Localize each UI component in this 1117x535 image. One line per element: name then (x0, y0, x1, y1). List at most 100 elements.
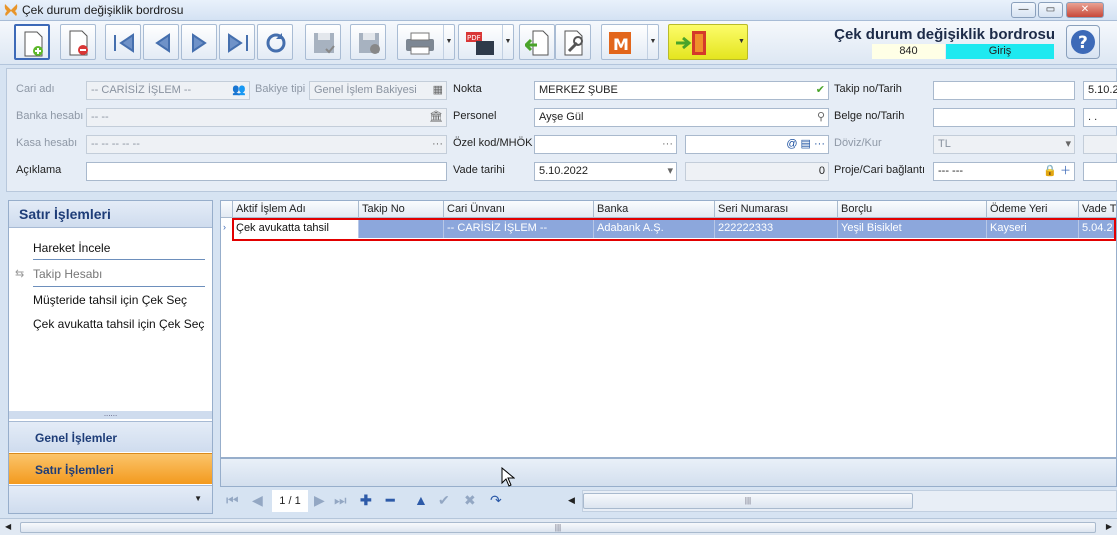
personel-field[interactable]: Ayşe Gül ⚲ (534, 108, 829, 127)
nokta-field[interactable]: MERKEZ ŞUBE ✔ (534, 81, 829, 100)
at-icon[interactable]: @ ▤ ··· (786, 136, 825, 153)
table-cell[interactable]: Adabank A.Ş. (594, 220, 715, 238)
minimize-button[interactable]: — (1011, 2, 1036, 18)
users-icon[interactable]: 👥 (232, 82, 246, 99)
previous-record-button[interactable] (143, 24, 179, 60)
action-cek-avukatta-tahsil[interactable]: Çek avukatta tahsil için Çek Seç (33, 317, 204, 331)
person-search-icon[interactable]: ⚲ (817, 109, 825, 126)
printer-icon (406, 32, 434, 55)
m-dropdown-icon[interactable]: ▼ (647, 25, 658, 59)
chevron-down-icon[interactable]: ▼ (194, 494, 202, 503)
kasa-hesabi-field[interactable]: -- -- -- -- -- ··· (86, 135, 447, 154)
exit-door-icon (676, 31, 706, 55)
add-row-icon[interactable]: ✚ (360, 492, 372, 509)
remove-row-icon[interactable]: ━ (386, 492, 394, 509)
column-header[interactable]: Cari Ünvanı (444, 201, 594, 218)
exit-button[interactable]: ▼ (668, 24, 748, 60)
chevron-down-icon[interactable]: ▾ (667, 163, 673, 180)
mhok-field[interactable]: @ ▤ ··· (685, 135, 829, 154)
bakiye-tipi-field[interactable]: Genel İşlem Bakiyesi ▦ (309, 81, 447, 100)
confirm-check-icon[interactable]: ✔ (438, 492, 450, 509)
ellipsis-icon[interactable]: ··· (432, 136, 443, 153)
next-record-button[interactable] (181, 24, 217, 60)
grid-scroll-thumb[interactable]: ||| (583, 493, 913, 509)
column-header[interactable]: Vade T (1079, 201, 1116, 218)
scroll-left-icon[interactable]: ◀ (568, 495, 575, 506)
table-cell[interactable]: Yeşil Bisiklet (838, 220, 987, 238)
grid-horizontal-scrollbar[interactable]: ||| (582, 490, 1117, 512)
print-button[interactable]: ▼ (397, 24, 455, 60)
window-horizontal-scrollbar[interactable]: ◀ ||| ▶ (0, 518, 1117, 535)
takip-date-field[interactable]: 5.10.2 (1083, 81, 1117, 100)
scroll-left-icon[interactable]: ◀ (5, 522, 11, 531)
nav-satir-islemleri[interactable]: Satır İşlemleri (9, 453, 212, 484)
close-window-button[interactable]: ✕ (1066, 2, 1104, 18)
column-header[interactable]: Ödeme Yeri (987, 201, 1079, 218)
proje-extra-field[interactable] (1083, 162, 1117, 181)
save-button[interactable] (305, 24, 341, 60)
scroll-right-icon[interactable]: ▶ (1106, 522, 1112, 531)
document-code: 840 (872, 44, 945, 59)
settings-tools-button[interactable] (555, 24, 591, 60)
takip-no-input[interactable] (933, 81, 1075, 100)
print-dropdown-icon[interactable]: ▼ (443, 25, 454, 59)
pdf-dropdown-icon[interactable]: ▼ (502, 25, 513, 59)
table-cell[interactable]: 5.04.2 (1079, 220, 1116, 238)
help-button[interactable]: ? (1066, 25, 1100, 59)
next-page-icon[interactable]: ▶ (314, 492, 325, 509)
aciklama-input[interactable] (86, 162, 447, 181)
first-page-icon[interactable]: ⏮ (226, 492, 239, 509)
vade-tarihi-field[interactable]: 5.10.2022 ▾ (534, 162, 677, 181)
move-up-icon[interactable]: ▲ (414, 492, 428, 508)
table-cell[interactable]: Çek avukatta tahsil (233, 220, 359, 238)
cancel-save-button[interactable] (350, 24, 386, 60)
proje-value: --- --- (938, 165, 964, 177)
cari-adi-field[interactable]: -- CARİSİZ İŞLEM -- 👥 (86, 81, 250, 100)
column-header[interactable]: Takip No (359, 201, 444, 218)
column-header[interactable]: Borçlu (838, 201, 987, 218)
redo-arrow-icon[interactable]: ↷ (490, 492, 502, 509)
column-header[interactable]: Aktif İşlem Adı (233, 201, 359, 218)
kur-field[interactable] (1083, 135, 1117, 154)
amount-field[interactable]: 0 (685, 162, 829, 181)
doviz-field[interactable]: TL ▾ (933, 135, 1075, 154)
maximize-button[interactable]: ▭ (1038, 2, 1063, 18)
svg-text:PDF: PDF (467, 34, 481, 42)
last-page-icon[interactable]: ⏭ (334, 492, 347, 509)
chevron-down-icon[interactable]: ▾ (1065, 136, 1071, 153)
window-scroll-thumb[interactable]: ||| (20, 522, 1096, 533)
action-hareket-incele[interactable]: Hareket İncele (33, 241, 110, 255)
table-cell[interactable]: Kayseri (987, 220, 1079, 238)
first-record-button[interactable] (105, 24, 141, 60)
action-musteride-tahsil[interactable]: Müşteride tahsil için Çek Seç (33, 293, 187, 307)
nav-genel-islemler[interactable]: Genel İşlemler (9, 421, 212, 452)
import-button[interactable] (519, 24, 555, 60)
m-module-button[interactable]: M ▼ (601, 24, 659, 60)
lock-plus-icon[interactable]: 🔒 ＋ (1043, 163, 1071, 180)
banka-hesabi-field[interactable]: -- -- 🏛 (86, 108, 447, 127)
table-cell[interactable]: 222222333 (715, 220, 838, 238)
check-icon[interactable]: ✔ (816, 82, 825, 99)
table-cell[interactable] (359, 220, 444, 238)
cancel-x-icon[interactable]: ✖ (464, 492, 476, 509)
pdf-export-button[interactable]: PDF ▼ (458, 24, 514, 60)
proje-field[interactable]: --- --- 🔒 ＋ (933, 162, 1075, 181)
belge-no-input[interactable] (933, 108, 1075, 127)
delete-document-button[interactable] (60, 24, 96, 60)
table-cell[interactable]: -- CARİSİZ İŞLEM -- (444, 220, 594, 238)
panel-splitter-grip[interactable]: ...... (9, 410, 212, 419)
new-document-button[interactable] (14, 24, 50, 60)
refresh-button[interactable] (257, 24, 293, 60)
list-icon[interactable]: ▦ (433, 82, 443, 99)
nav-overflow[interactable]: ▼ (9, 485, 212, 513)
belge-date-field[interactable]: . . (1083, 108, 1117, 127)
ellipsis-icon[interactable]: ··· (662, 136, 673, 153)
prev-page-icon[interactable]: ◀ (252, 492, 263, 509)
column-header[interactable]: Seri Numarası (715, 201, 838, 218)
ozel-kod-field[interactable]: ··· (534, 135, 677, 154)
column-header[interactable]: Banka (594, 201, 715, 218)
action-takip-hesabi[interactable]: Takip Hesabı (33, 267, 102, 281)
last-record-button[interactable] (219, 24, 255, 60)
bank-icon[interactable]: 🏛 (429, 109, 443, 126)
exit-dropdown-icon[interactable]: ▼ (736, 25, 747, 59)
